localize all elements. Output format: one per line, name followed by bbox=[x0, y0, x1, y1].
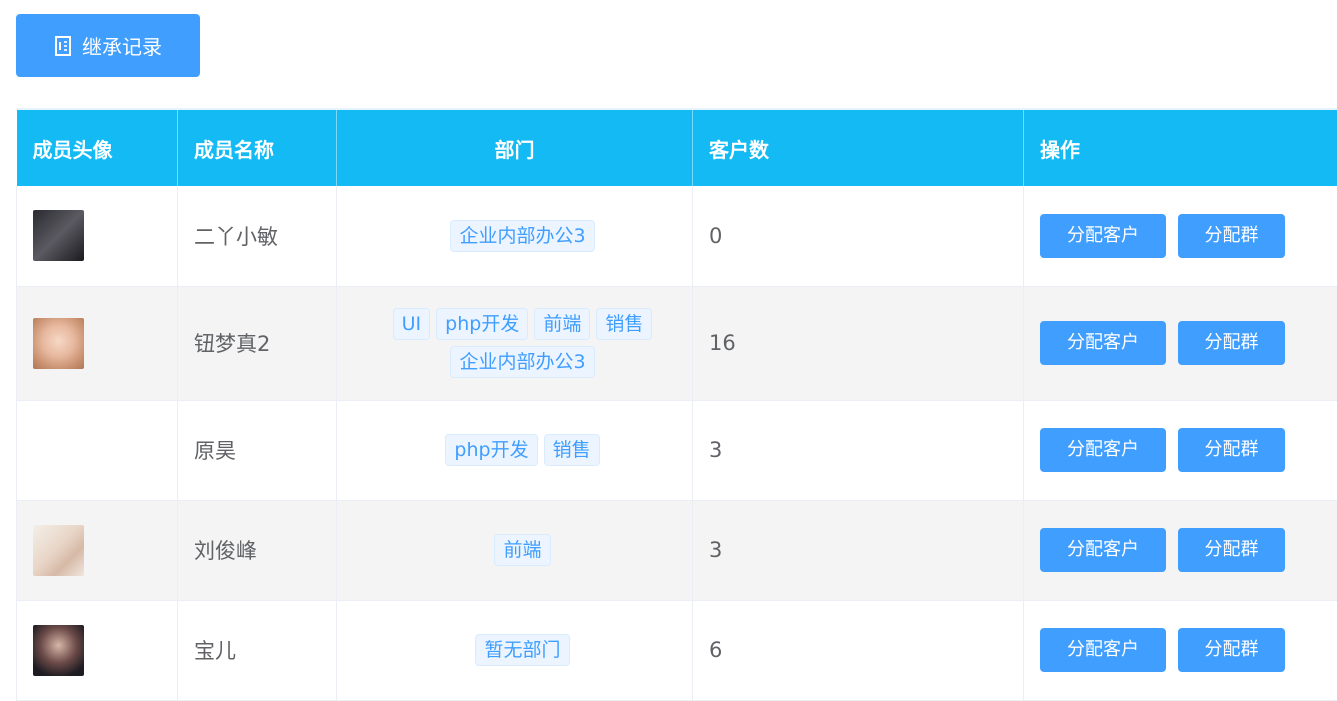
document-icon bbox=[54, 35, 72, 57]
assign-customer-button[interactable]: 分配客户 bbox=[1040, 428, 1166, 472]
dept-cell: php开发 销售 bbox=[337, 400, 693, 500]
inherit-record-button[interactable]: 继承记录 bbox=[16, 14, 200, 77]
avatar bbox=[33, 525, 84, 576]
dept-tag: php开发 bbox=[445, 434, 537, 466]
member-name: 钮梦真2 bbox=[178, 286, 337, 400]
dept-cell: 暂无部门 bbox=[337, 600, 693, 700]
avatar bbox=[33, 318, 84, 369]
dept-tag: php开发 bbox=[436, 308, 528, 340]
header-dept: 部门 bbox=[337, 109, 693, 186]
customer-count: 0 bbox=[693, 186, 1024, 286]
assign-customer-button[interactable]: 分配客户 bbox=[1040, 628, 1166, 672]
member-name: 宝儿 bbox=[178, 600, 337, 700]
assign-customer-button[interactable]: 分配客户 bbox=[1040, 214, 1166, 258]
dept-tag: 销售 bbox=[596, 308, 652, 340]
ops-cell: 分配客户分配群 bbox=[1024, 500, 1337, 600]
dept-tag: 前端 bbox=[534, 308, 590, 340]
dept-tag: 前端 bbox=[494, 534, 550, 566]
avatar bbox=[33, 210, 84, 261]
dept-tag: 暂无部门 bbox=[475, 634, 569, 666]
assign-customer-button[interactable]: 分配客户 bbox=[1040, 321, 1166, 365]
ops-cell: 分配客户分配群 bbox=[1024, 186, 1337, 286]
table-header-row: 成员头像 成员名称 部门 客户数 操作 bbox=[17, 109, 1337, 186]
customer-count: 3 bbox=[693, 500, 1024, 600]
table-row: 刘俊峰 前端 3 分配客户分配群 bbox=[17, 500, 1337, 600]
assign-group-button[interactable]: 分配群 bbox=[1178, 321, 1285, 365]
dept-tag: 企业内部办公3 bbox=[450, 220, 594, 252]
assign-group-button[interactable]: 分配群 bbox=[1178, 528, 1285, 572]
assign-group-button[interactable]: 分配群 bbox=[1178, 428, 1285, 472]
avatar-cell bbox=[17, 500, 178, 600]
dept-tag: 销售 bbox=[544, 434, 600, 466]
header-name: 成员名称 bbox=[178, 109, 337, 186]
avatar-cell bbox=[17, 286, 178, 400]
table-row: 二丫小敏 企业内部办公3 0 分配客户分配群 bbox=[17, 186, 1337, 286]
member-name: 原昊 bbox=[178, 400, 337, 500]
header-customers: 客户数 bbox=[693, 109, 1024, 186]
member-name: 刘俊峰 bbox=[178, 500, 337, 600]
customer-count: 16 bbox=[693, 286, 1024, 400]
avatar bbox=[33, 625, 84, 676]
avatar-cell bbox=[17, 600, 178, 700]
inherit-record-label: 继承记录 bbox=[82, 31, 162, 60]
header-avatar: 成员头像 bbox=[17, 109, 178, 186]
table-row: 钮梦真2 UI php开发 前端 销售 企业内部办公3 16 分配客户分配群 bbox=[17, 286, 1337, 400]
assign-group-button[interactable]: 分配群 bbox=[1178, 628, 1285, 672]
ops-cell: 分配客户分配群 bbox=[1024, 286, 1337, 400]
dept-cell: 企业内部办公3 bbox=[337, 186, 693, 286]
avatar-cell bbox=[17, 400, 178, 500]
dept-tag: UI bbox=[393, 308, 431, 340]
ops-cell: 分配客户分配群 bbox=[1024, 600, 1337, 700]
table-row: 宝儿 暂无部门 6 分配客户分配群 bbox=[17, 600, 1337, 700]
dept-cell: 前端 bbox=[337, 500, 693, 600]
avatar-cell bbox=[17, 186, 178, 286]
assign-customer-button[interactable]: 分配客户 bbox=[1040, 528, 1166, 572]
dept-tag: 企业内部办公3 bbox=[450, 346, 594, 378]
customer-count: 3 bbox=[693, 400, 1024, 500]
ops-cell: 分配客户分配群 bbox=[1024, 400, 1337, 500]
dept-cell: UI php开发 前端 销售 企业内部办公3 bbox=[337, 286, 693, 400]
assign-group-button[interactable]: 分配群 bbox=[1178, 214, 1285, 258]
customer-count: 6 bbox=[693, 600, 1024, 700]
header-ops: 操作 bbox=[1024, 109, 1337, 186]
member-name: 二丫小敏 bbox=[178, 186, 337, 286]
table-row: 原昊 php开发 销售 3 分配客户分配群 bbox=[17, 400, 1337, 500]
members-table: 成员头像 成员名称 部门 客户数 操作 二丫小敏 企业内部办公3 0 分配客户分… bbox=[16, 108, 1337, 701]
